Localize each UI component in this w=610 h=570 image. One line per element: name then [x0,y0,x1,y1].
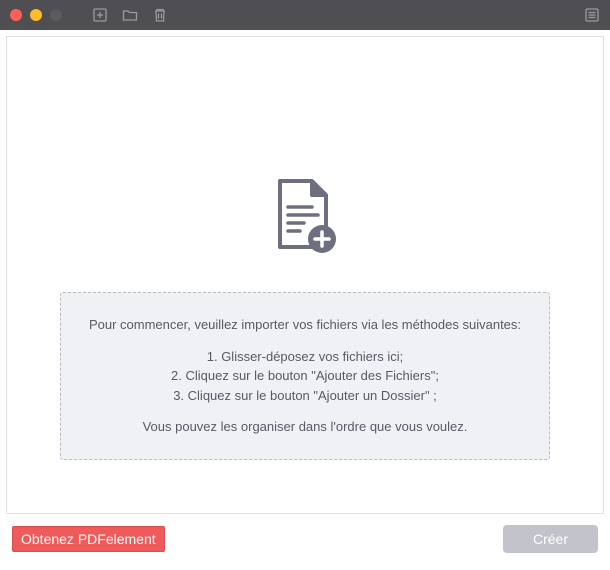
titlebar [0,0,610,30]
instructions-box: Pour commencer, veuillez importer vos fi… [60,292,550,460]
create-button: Créer [503,525,598,553]
list-icon[interactable] [584,7,600,23]
close-window-button[interactable] [10,9,22,21]
document-add-icon [272,177,338,262]
footer: Obtenez PDFelement Créer [0,520,610,570]
add-file-icon[interactable] [92,7,108,23]
instruction-step: 2. Cliquez sur le bouton "Ajouter des Fi… [81,366,529,386]
instructions-intro: Pour commencer, veuillez importer vos fi… [81,315,529,335]
instruction-step: 3. Cliquez sur le bouton "Ajouter un Dos… [81,386,529,406]
window-controls [10,9,62,21]
folder-icon[interactable] [122,7,138,23]
instructions-steps: 1. Glisser-déposez vos fichiers ici; 2. … [81,347,529,406]
toolbar [92,7,168,23]
drop-zone[interactable]: Pour commencer, veuillez importer vos fi… [6,36,604,514]
instructions-outro: Vous pouvez les organiser dans l'ordre q… [81,417,529,437]
get-pdfelement-button[interactable]: Obtenez PDFelement [12,526,165,552]
minimize-window-button[interactable] [30,9,42,21]
content-area: Pour commencer, veuillez importer vos fi… [0,30,610,520]
trash-icon[interactable] [152,7,168,23]
maximize-window-button[interactable] [50,9,62,21]
instruction-step: 1. Glisser-déposez vos fichiers ici; [81,347,529,367]
